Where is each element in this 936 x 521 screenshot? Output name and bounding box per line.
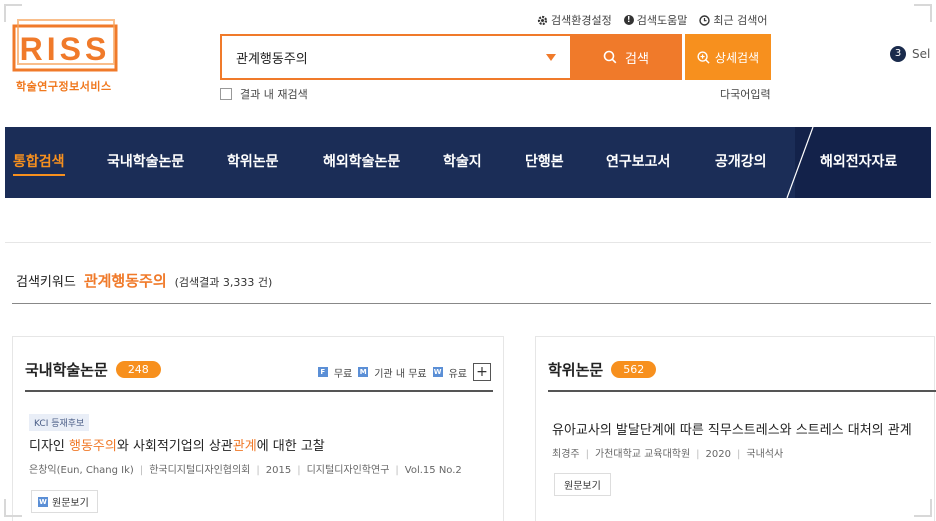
search-input[interactable]: 관계행동주의 bbox=[220, 34, 570, 80]
page: RISS 학술연구정보서비스 검색환경설정 ! 검색도움말 최근 검색어 관계행… bbox=[0, 0, 936, 521]
paid-icon: W bbox=[38, 496, 48, 507]
recent-searches-label: 최근 검색어 bbox=[713, 14, 768, 27]
search-input-value[interactable]: 관계행동주의 bbox=[236, 48, 546, 67]
panel-rule bbox=[548, 390, 936, 392]
institution[interactable]: 가천대학교 교육대학원 bbox=[595, 449, 690, 460]
article-title-link[interactable]: 디자인 행동주의와 사회적기업의 상관관계에 대한 고찰 bbox=[29, 435, 325, 454]
nav-journals[interactable]: 학술지 bbox=[443, 127, 482, 198]
year: 2020 bbox=[705, 449, 731, 460]
zoom-plus-icon bbox=[697, 50, 710, 64]
panel-title[interactable]: 국내학술논문 bbox=[25, 359, 108, 380]
logo-mark: RISS bbox=[12, 19, 118, 72]
gear-icon bbox=[537, 15, 548, 25]
dissertations-panel: 학위논문 562 유아교사의 발달단계에 따른 직무스트레스와 스트레스 대처의… bbox=[535, 336, 936, 521]
author[interactable]: 은창익(Eun, Chang Ik) bbox=[29, 465, 134, 476]
article-meta: 은창익(Eun, Chang Ik) | 한국디지털디자인협의회 | 2015 | 디지털디… bbox=[29, 465, 462, 476]
dissertation-title-link[interactable]: 유아교사의 발달단계에 따른 직무스트레스와 스트레스 대처의 관계 bbox=[552, 419, 912, 438]
nav-domestic-papers[interactable]: 국내학술논문 bbox=[107, 127, 184, 198]
title-text: 와 사회적기업의 상관 bbox=[116, 439, 233, 454]
institution-free-label: 기관 내 무료 bbox=[374, 368, 427, 380]
institution-free-icon: M bbox=[358, 367, 369, 377]
recent-searches-link[interactable]: 최근 검색어 bbox=[699, 12, 767, 28]
journal[interactable]: 디지털디자인학연구 bbox=[307, 465, 390, 476]
free-icon: F bbox=[317, 367, 328, 377]
title-highlight: 관계 bbox=[232, 439, 257, 454]
access-legend: F 무료 M 기관 내 무료 W 유료 + bbox=[317, 363, 491, 381]
free-label: 무료 bbox=[333, 368, 353, 380]
within-results-checkbox[interactable] bbox=[220, 88, 232, 100]
advanced-search-label: 상세검색 bbox=[714, 50, 760, 65]
main-nav: 통합검색 국내학술논문 학위논문 해외학술논문 학술지 단행본 연구보고서 공개… bbox=[5, 127, 931, 198]
section-divider bbox=[5, 242, 931, 243]
nav-research-reports[interactable]: 연구보고서 bbox=[606, 127, 670, 198]
search-settings-label: 검색환경설정 bbox=[551, 14, 612, 27]
paid-label: 유료 bbox=[448, 368, 467, 380]
multilang-input-link[interactable]: 다국어입력 bbox=[720, 86, 771, 102]
paid-icon: W bbox=[432, 367, 443, 377]
title-highlight: 행동주의 bbox=[69, 439, 117, 454]
keyword-label: 검색키워드 bbox=[16, 275, 76, 290]
search-help-label: 검색도움말 bbox=[636, 14, 688, 27]
nav-foreign-eresources[interactable]: 해외전자자료 bbox=[820, 127, 897, 198]
count-badge: 248 bbox=[115, 361, 161, 378]
search-settings-link[interactable]: 검색환경설정 bbox=[537, 12, 612, 28]
search-icon bbox=[603, 50, 617, 64]
panel-title[interactable]: 학위논문 bbox=[548, 359, 603, 380]
chevron-down-icon[interactable] bbox=[546, 53, 556, 61]
more-button[interactable]: + bbox=[473, 363, 491, 381]
logo-subtitle: 학술연구정보서비스 bbox=[16, 80, 112, 93]
svg-text:RISS: RISS bbox=[20, 31, 111, 67]
search-button-label: 검색 bbox=[625, 51, 649, 67]
nav-foreign-papers[interactable]: 해외학술논문 bbox=[323, 127, 400, 198]
count-badge: 562 bbox=[611, 361, 657, 378]
riss-logo[interactable]: RISS 학술연구정보서비스 bbox=[12, 18, 120, 94]
utility-links: 검색환경설정 ! 검색도움말 최근 검색어 bbox=[537, 12, 767, 28]
view-fulltext-button[interactable]: W 원문보기 bbox=[31, 490, 98, 513]
year: 2015 bbox=[265, 465, 292, 476]
search-help-link[interactable]: ! 검색도움말 bbox=[623, 12, 688, 28]
clock-icon bbox=[699, 14, 711, 26]
result-count: (검색결과 3,333 건) bbox=[174, 276, 273, 289]
degree: 국내석사 bbox=[746, 449, 784, 460]
nav-dissertations[interactable]: 학위논문 bbox=[227, 127, 279, 198]
publisher[interactable]: 한국디지털디자인협의회 bbox=[149, 465, 250, 476]
selection-count-badge: 3 bbox=[890, 46, 906, 62]
nav-open-lectures[interactable]: 공개강의 bbox=[715, 127, 767, 198]
info-icon: ! bbox=[623, 15, 634, 25]
advanced-search-button[interactable]: 상세검색 bbox=[685, 34, 771, 80]
selection-label: Sel bbox=[912, 47, 931, 61]
title-text: 에 대한 고찰 bbox=[256, 439, 325, 454]
keyword-summary: 검색키워드 관계행동주의 (검색결과 3,333 건) bbox=[16, 270, 272, 291]
author[interactable]: 최경주 bbox=[552, 449, 580, 460]
nav-integrated-search[interactable]: 통합검색 bbox=[13, 127, 65, 198]
domestic-papers-panel: 국내학술논문 248 F 무료 M 기관 내 무료 W 유료 + KCI 등재후… bbox=[12, 336, 504, 521]
within-results-label: 결과 내 재검색 bbox=[240, 88, 308, 101]
keyword-term: 관계행동주의 bbox=[83, 272, 167, 290]
frame-corner bbox=[914, 4, 932, 22]
within-results-option[interactable]: 결과 내 재검색 bbox=[220, 86, 308, 102]
title-text: 디자인 bbox=[29, 439, 70, 454]
volume: Vol.15 No.2 bbox=[404, 465, 462, 476]
view-fulltext-label: 원문보기 bbox=[52, 498, 89, 509]
nav-divider bbox=[786, 127, 814, 198]
frame-corner bbox=[4, 499, 22, 517]
selection-indicator[interactable]: 3 Sel bbox=[890, 46, 930, 62]
view-fulltext-button[interactable]: 원문보기 bbox=[554, 473, 611, 496]
frame-corner bbox=[4, 4, 22, 22]
nav-books[interactable]: 단행본 bbox=[525, 127, 564, 198]
panel-header: 국내학술논문 248 bbox=[25, 359, 161, 380]
keyword-rule bbox=[12, 303, 931, 304]
kci-badge: KCI 등재후보 bbox=[29, 414, 90, 431]
dissertation-meta: 최경주 | 가천대학교 교육대학원 | 2020 | 국내석사 bbox=[552, 449, 784, 460]
frame-corner bbox=[914, 499, 932, 517]
panel-header: 학위논문 562 bbox=[548, 359, 657, 380]
panel-rule bbox=[25, 390, 493, 392]
search-button[interactable]: 검색 bbox=[570, 34, 682, 80]
